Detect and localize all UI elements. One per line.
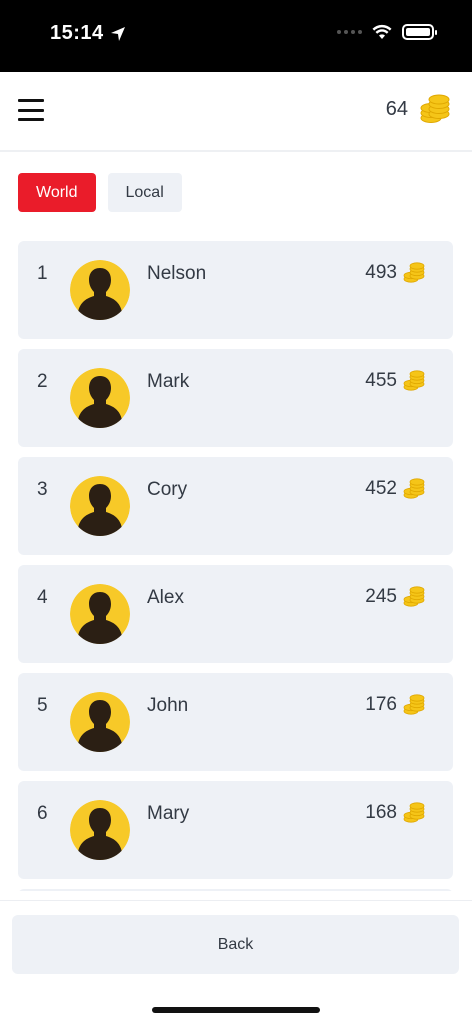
score-value: 452 [365,478,397,499]
player-score: 176 [365,694,425,716]
player-score: 455 [365,370,425,392]
coin-stack-icon [420,94,450,123]
leaderboard-row[interactable]: 3 Cory 452 [18,457,453,555]
tab-local[interactable]: Local [107,173,182,212]
leaderboard-row[interactable]: 6 Mary 168 [18,781,453,879]
coin-balance: 64 [386,94,450,124]
leaderboard-row[interactable]: 2 Mark 455 [18,349,453,447]
player-name: Alex [147,587,184,608]
coin-balance-value: 64 [385,97,408,120]
coin-stack-icon [403,262,425,283]
hamburger-menu-icon[interactable] [18,99,44,121]
rank-number: 2 [37,371,48,392]
score-value: 455 [365,370,397,391]
rank-number: 3 [37,479,48,500]
wifi-icon [372,24,392,39]
player-name: Mary [147,803,190,824]
location-arrow-icon [110,26,125,41]
status-bar: 15:14 [0,0,472,72]
leaderboard-row[interactable]: 1 Nelson 493 [18,241,453,339]
player-name: John [147,695,189,716]
leaderboard-row[interactable]: 4 Alex 245 [18,565,453,663]
avatar-silhouette-icon [70,476,130,536]
coin-stack-icon [403,586,425,607]
avatar-silhouette-icon [70,368,130,428]
player-name: Mark [147,371,190,392]
app-header: 64 [0,72,472,152]
battery-icon [402,24,437,40]
player-score: 245 [365,586,425,608]
leaderboard-row[interactable]: 5 John 176 [18,673,453,771]
avatar-silhouette-icon [70,584,130,644]
coin-stack-icon [403,802,425,823]
rank-number: 1 [37,263,48,284]
coin-stack-icon [403,694,425,715]
coin-stack-icon [403,370,425,391]
status-time-text: 15:14 [50,22,104,44]
score-value: 176 [365,694,397,715]
status-icons [337,24,437,40]
avatar-silhouette-icon [70,692,130,752]
score-value: 493 [365,262,397,283]
footer: Back [0,900,472,1022]
player-score: 493 [365,262,425,284]
player-score: 168 [365,802,425,824]
player-name: Nelson [147,263,207,284]
rank-number: 5 [37,695,48,716]
score-value: 168 [365,802,397,823]
coin-stack-icon [403,478,425,499]
cellular-dots-icon [337,30,362,34]
score-value: 245 [365,586,397,607]
player-score: 452 [365,478,425,500]
back-button[interactable]: Back [12,915,459,974]
avatar-silhouette-icon [70,800,130,860]
status-time: 15:14 [50,22,126,45]
player-name: Cory [147,479,188,500]
home-indicator[interactable] [152,1007,320,1013]
rank-number: 6 [37,803,48,824]
avatar-silhouette-icon [70,260,130,320]
tab-world[interactable]: World [18,173,96,212]
leaderboard-row-partial[interactable] [18,889,453,891]
rank-number: 4 [37,587,48,608]
leaderboard-list[interactable]: 1 Nelson 493 2 Mark 455 3 Cory 452 4 Ale… [18,241,453,891]
scope-tabs: World Local [18,173,182,212]
